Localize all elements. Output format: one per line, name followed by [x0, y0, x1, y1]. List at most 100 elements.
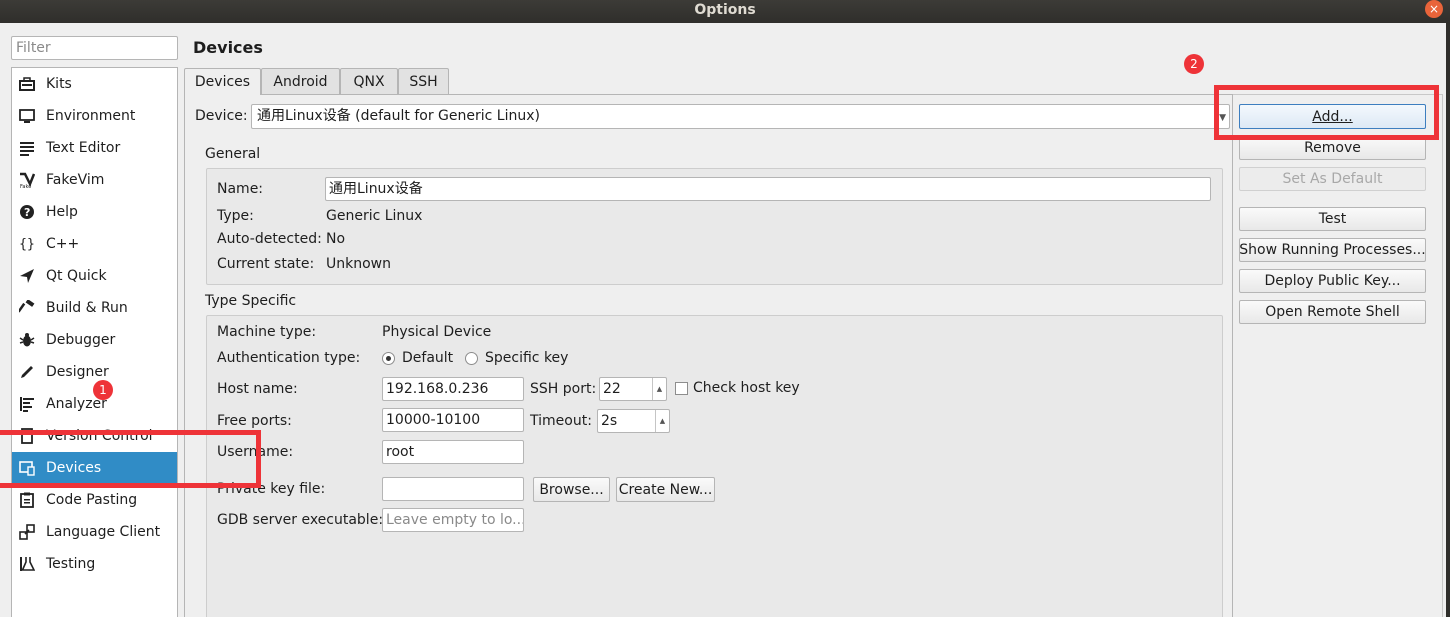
window-close-button[interactable]: ×	[1425, 0, 1443, 18]
free-ports-value: 10000-10100	[386, 412, 481, 428]
sidebar-item-label: FakeVim	[46, 172, 105, 188]
page-title: Devices	[193, 38, 263, 57]
set-as-default-label: Set As Default	[1282, 171, 1383, 187]
sidebar-item-text-editor[interactable]: Text Editor	[12, 132, 177, 164]
category-list: Kits Environment Text Editor Fake FakeVi…	[11, 67, 178, 617]
close-icon: ×	[1428, 2, 1440, 16]
ssh-port-value: 22	[603, 381, 621, 397]
machine-type-label: Machine type:	[217, 324, 317, 340]
auth-type-label: Authentication type:	[217, 350, 361, 366]
browse-button[interactable]: Browse...	[533, 477, 610, 502]
tab-qnx[interactable]: QNX	[340, 68, 398, 94]
open-remote-shell-label: Open Remote Shell	[1265, 304, 1400, 320]
auth-specific-key-radio[interactable]	[465, 352, 478, 365]
fakevim-icon: Fake	[18, 171, 36, 189]
type-label: Type:	[217, 208, 254, 224]
sidebar-item-language-client[interactable]: Language Client	[12, 516, 177, 548]
tab-label: Android	[273, 73, 328, 90]
qt-quick-icon	[18, 267, 36, 285]
auth-default-radio[interactable]	[382, 352, 395, 365]
open-remote-shell-button[interactable]: Open Remote Shell	[1239, 300, 1426, 324]
host-name-field[interactable]: 192.168.0.236	[382, 377, 524, 401]
sidebar-item-label: Text Editor	[46, 140, 121, 156]
tab-android[interactable]: Android	[261, 68, 340, 94]
sidebar-item-cpp[interactable]: {} C++	[12, 228, 177, 260]
sidebar-item-qt-quick[interactable]: Qt Quick	[12, 260, 177, 292]
device-combo-value: 通用Linux设备 (default for Generic Linux)	[257, 108, 540, 124]
tab-ssh[interactable]: SSH	[398, 68, 449, 94]
sidebar-item-label: Kits	[46, 76, 72, 92]
help-icon: ?	[18, 203, 36, 221]
sidebar-item-label: Build & Run	[46, 300, 128, 316]
sidebar-item-testing[interactable]: Testing	[12, 548, 177, 580]
timeout-spinbox[interactable]: 2s ▲▼	[597, 409, 670, 433]
check-host-key-checkbox[interactable]	[675, 382, 688, 395]
bug-icon	[18, 331, 36, 349]
current-state-label: Current state:	[217, 256, 315, 272]
timeout-value: 2s	[601, 413, 618, 429]
test-button-label: Test	[1318, 211, 1347, 227]
show-running-processes-label: Show Running Processes...	[1239, 242, 1426, 258]
sidebar-item-build-run[interactable]: Build & Run	[12, 292, 177, 324]
current-state-value: Unknown	[326, 256, 391, 272]
sidebar-item-debugger[interactable]: Debugger	[12, 324, 177, 356]
text-editor-icon	[18, 139, 36, 157]
name-field[interactable]: 通用Linux设备	[325, 177, 1211, 201]
test-button[interactable]: Test	[1239, 207, 1426, 231]
tab-label: Devices	[194, 74, 251, 90]
name-label: Name:	[217, 181, 264, 197]
type-value: Generic Linux	[326, 208, 423, 224]
gdb-server-field[interactable]: Leave empty to lo...	[382, 508, 524, 532]
window-titlebar: Options	[0, 0, 1450, 23]
filter-input[interactable]	[11, 36, 178, 60]
ssh-port-spinbox[interactable]: 22 ▲▼	[599, 377, 667, 401]
browse-button-label: Browse...	[539, 481, 604, 498]
braces-icon: {}	[19, 236, 35, 252]
gdb-server-label: GDB server executable:	[217, 512, 384, 528]
name-value: 通用Linux设备	[329, 181, 423, 197]
analyzer-icon	[18, 395, 36, 413]
auth-specific-key-label: Specific key	[485, 350, 569, 366]
free-ports-label: Free ports:	[217, 413, 292, 429]
device-combo[interactable]: 通用Linux设备 (default for Generic Linux) ▼	[251, 104, 1230, 129]
sidebar-item-help[interactable]: ? Help	[12, 196, 177, 228]
pen-icon	[18, 363, 36, 381]
show-running-processes-button[interactable]: Show Running Processes...	[1239, 238, 1426, 262]
free-ports-field[interactable]: 10000-10100	[382, 408, 524, 432]
auto-detected-value: No	[326, 231, 346, 247]
sidebar-item-code-pasting[interactable]: Code Pasting	[12, 484, 177, 516]
step-1-badge: 1	[93, 380, 113, 400]
host-name-value: 192.168.0.236	[386, 381, 489, 397]
tab-label: QNX	[353, 73, 385, 90]
sidebar-item-label: Help	[46, 204, 78, 220]
machine-type-value: Physical Device	[382, 324, 492, 340]
username-field[interactable]: root	[382, 440, 524, 464]
sidebar-item-environment[interactable]: Environment	[12, 100, 177, 132]
devices-highlight-box	[0, 430, 261, 488]
sidebar-item-label: Testing	[46, 556, 96, 572]
window-edge	[1446, 23, 1450, 617]
set-as-default-button[interactable]: Set As Default	[1239, 167, 1426, 191]
tab-label: SSH	[409, 73, 438, 90]
sidebar-item-label: Qt Quick	[46, 268, 107, 284]
kits-icon	[18, 75, 36, 93]
svg-text:?: ?	[24, 206, 30, 219]
sidebar-item-label: Environment	[46, 108, 136, 124]
general-group-title: General	[205, 146, 261, 162]
host-name-label: Host name:	[217, 381, 298, 397]
sidebar-item-fakevim[interactable]: Fake FakeVim	[12, 164, 177, 196]
sidebar-item-label: Debugger	[46, 332, 116, 348]
create-new-button[interactable]: Create New...	[616, 477, 715, 502]
device-label: Device:	[195, 108, 248, 124]
deploy-public-key-button[interactable]: Deploy Public Key...	[1239, 269, 1426, 293]
sidebar-item-label: C++	[46, 236, 80, 252]
private-key-field[interactable]	[382, 477, 524, 501]
spin-arrows-icon[interactable]: ▲▼	[652, 378, 666, 400]
type-specific-group-title: Type Specific	[205, 293, 297, 309]
spin-arrows-icon[interactable]: ▲▼	[655, 410, 669, 432]
add-highlight-box	[1214, 85, 1439, 140]
tab-devices[interactable]: Devices	[184, 68, 261, 95]
sidebar-item-label: Code Pasting	[46, 492, 138, 508]
create-new-button-label: Create New...	[618, 481, 713, 498]
sidebar-item-kits[interactable]: Kits	[12, 68, 177, 100]
